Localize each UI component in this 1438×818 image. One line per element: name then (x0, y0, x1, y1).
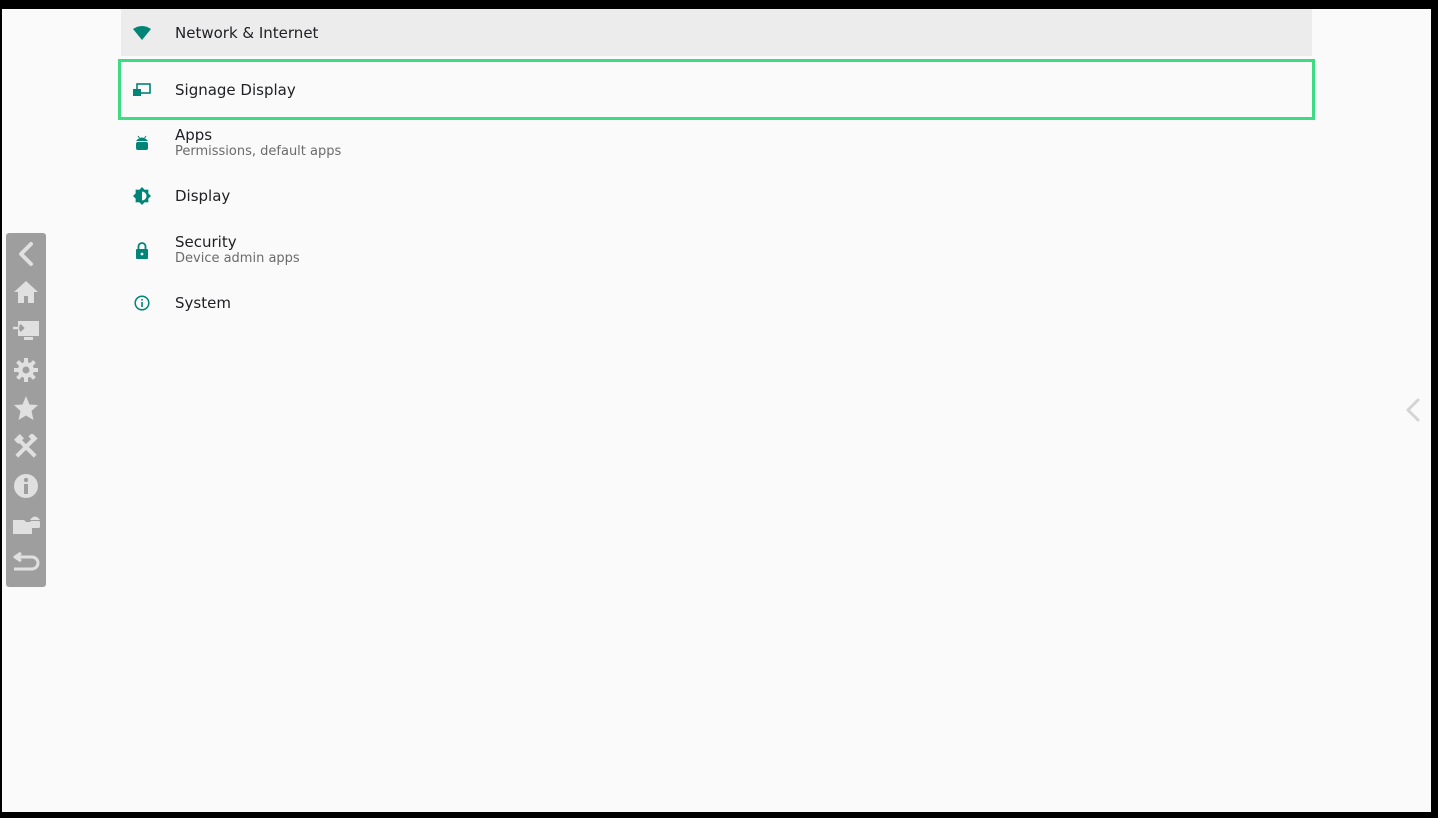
android-icon (133, 134, 151, 152)
star-icon[interactable] (11, 394, 41, 423)
settings-item-apps-subtitle: Permissions, default apps (175, 144, 342, 159)
settings-item-apps[interactable]: Apps Permissions, default apps (121, 120, 1312, 166)
settings-item-security-title: Security (175, 233, 237, 251)
wifi-icon (133, 24, 151, 42)
apps-folder-icon[interactable] (11, 510, 41, 539)
info-icon[interactable] (11, 471, 41, 500)
settings-item-signage-display[interactable]: Signage Display (118, 59, 1315, 120)
return-icon[interactable] (11, 548, 41, 577)
settings-screen: Network & Internet Signage Display Apps … (2, 9, 1431, 812)
settings-item-network-title: Network & Internet (175, 23, 319, 42)
info-icon (133, 294, 151, 312)
settings-item-system-title: System (175, 294, 231, 312)
settings-item-security-subtitle: Device admin apps (175, 251, 300, 266)
back-chevron-icon[interactable] (11, 239, 41, 268)
settings-item-security[interactable]: Security Device admin apps (121, 227, 1312, 273)
settings-item-display[interactable]: Display (121, 176, 1312, 216)
settings-gear-icon[interactable] (11, 355, 41, 384)
settings-item-system[interactable]: System (121, 283, 1312, 323)
settings-item-network[interactable]: Network & Internet (121, 9, 1312, 56)
lock-icon (133, 241, 151, 259)
settings-item-apps-title: Apps (175, 126, 213, 144)
settings-item-display-title: Display (175, 187, 231, 205)
settings-item-signage-title: Signage Display (175, 80, 296, 99)
brightness-icon (133, 187, 151, 205)
signage-display-icon (133, 81, 151, 99)
input-source-icon[interactable] (11, 316, 41, 345)
chevron-left-icon[interactable] (1403, 397, 1423, 423)
home-icon[interactable] (11, 278, 41, 307)
tools-icon[interactable] (11, 432, 41, 461)
floating-sidebar (6, 233, 46, 587)
